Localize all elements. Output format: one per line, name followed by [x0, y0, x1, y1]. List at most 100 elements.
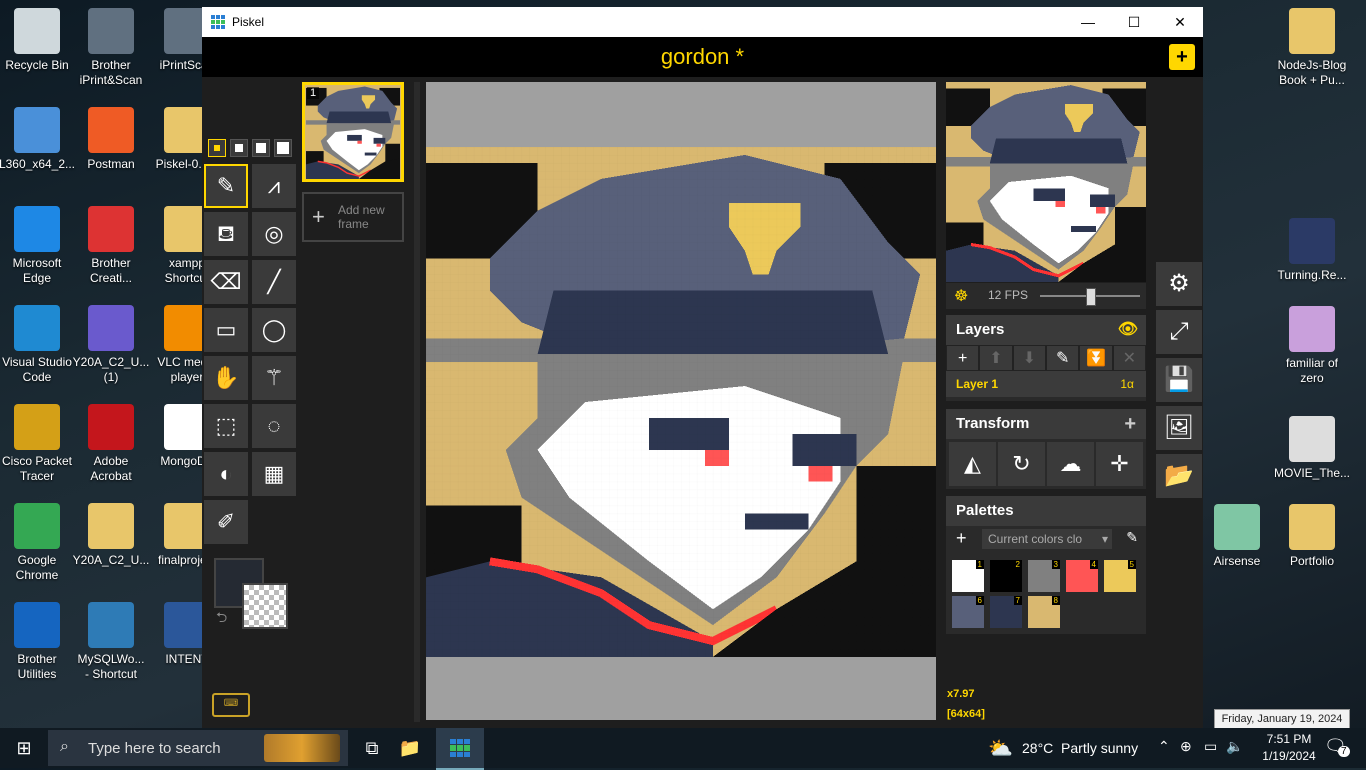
- left-desktop-icon[interactable]: Brother Creati...: [72, 206, 150, 286]
- layer-row[interactable]: Layer 1 1α: [946, 371, 1146, 397]
- palette-color-swatch[interactable]: 5: [1104, 560, 1136, 592]
- save-icon[interactable]: 💾: [1156, 358, 1202, 402]
- move-layer-up-icon[interactable]: ⬆: [980, 346, 1012, 370]
- palette-color-swatch[interactable]: 6: [952, 596, 984, 628]
- move-hand-icon[interactable]: ✋: [204, 356, 248, 400]
- language-icon[interactable]: ⊕: [1180, 738, 1192, 755]
- left-desktop-icon[interactable]: Cisco Packet Tracer: [0, 404, 76, 484]
- battery-icon[interactable]: ▭: [1204, 738, 1217, 755]
- add-frame-button[interactable]: + Add new frame: [302, 192, 404, 242]
- magic-wand-icon[interactable]: ⚚: [252, 356, 296, 400]
- toggle-layer-preview-icon[interactable]: 👁: [1118, 315, 1138, 345]
- left-desktop-icon[interactable]: Visual Studio Code: [0, 305, 76, 385]
- clock-date[interactable]: 1/19/2024: [1254, 749, 1324, 763]
- palette-color-swatch[interactable]: 3: [1028, 560, 1060, 592]
- drawing-canvas[interactable]: [426, 82, 936, 720]
- palette-select[interactable]: Current colors clo ▾: [982, 529, 1112, 549]
- frame-thumbnail[interactable]: 1: [302, 82, 404, 182]
- rotate-icon[interactable]: ↻: [998, 442, 1045, 486]
- stroke-tool-icon[interactable]: ╱: [252, 260, 296, 304]
- paint-bucket-icon[interactable]: ⛾: [204, 212, 248, 256]
- color-picker-icon[interactable]: ✐: [204, 500, 248, 544]
- onion-skin-icon[interactable]: ☸: [954, 286, 968, 306]
- settings-gear-icon[interactable]: ⚙: [1156, 262, 1202, 306]
- paint-same-color-icon[interactable]: ◎: [252, 212, 296, 256]
- left-desktop-icon[interactable]: Y20A_C2_U...: [72, 503, 150, 568]
- export-image-icon[interactable]: 🖼: [1156, 406, 1202, 450]
- pen-size-1[interactable]: [208, 139, 226, 157]
- palette-color-swatch[interactable]: 8: [1028, 596, 1060, 628]
- merge-layer-icon[interactable]: ⏬: [1080, 346, 1112, 370]
- right-desktop-icon[interactable]: Turning.Re...: [1273, 218, 1351, 283]
- add-layer-icon[interactable]: +: [947, 346, 979, 370]
- left-desktop-icon[interactable]: Adobe Acrobat: [72, 404, 150, 484]
- right-desktop-icon[interactable]: familiar of zero: [1273, 306, 1351, 386]
- folder-icon: [88, 503, 134, 549]
- palette-color-swatch[interactable]: 7: [990, 596, 1022, 628]
- left-desktop-icon[interactable]: Microsoft Edge: [0, 206, 76, 286]
- layer-opacity[interactable]: 1α: [1120, 377, 1134, 391]
- maximize-button[interactable]: ☐: [1111, 7, 1157, 37]
- clock-time[interactable]: 7:51 PM: [1254, 732, 1324, 746]
- search-box[interactable]: ⌕ Type here to search: [48, 730, 348, 766]
- window-titlebar[interactable]: Piskel — ☐ ✕: [202, 7, 1203, 37]
- rectangle-tool-icon[interactable]: ▭: [204, 308, 248, 352]
- fps-slider-handle[interactable]: [1086, 288, 1096, 306]
- left-desktop-icon[interactable]: Y20A_C2_U... (1): [72, 305, 150, 385]
- vertical-mirror-pen-icon[interactable]: ⩘: [252, 164, 296, 208]
- eraser-icon[interactable]: ⌫: [204, 260, 248, 304]
- more-transform-icon[interactable]: +: [1124, 409, 1136, 439]
- left-desktop-icon[interactable]: Recycle Bin: [0, 8, 76, 73]
- align-center-icon[interactable]: ✛: [1096, 442, 1143, 486]
- secondary-color-swatch[interactable]: [242, 583, 288, 629]
- minimize-button[interactable]: —: [1065, 7, 1111, 37]
- file-explorer-icon[interactable]: 📁: [386, 728, 434, 768]
- edit-layer-icon[interactable]: ✎: [1046, 346, 1079, 370]
- pen-tool-icon[interactable]: ✎: [204, 164, 248, 208]
- frames-scrollbar[interactable]: [414, 82, 420, 722]
- lasso-select-icon[interactable]: ◌: [252, 404, 296, 448]
- palette-color-swatch[interactable]: 4: [1066, 560, 1098, 592]
- desktop-icon-label: Brother Creati...: [89, 256, 132, 285]
- resize-icon[interactable]: ⤢: [1156, 310, 1202, 354]
- right-desktop-icon[interactable]: NodeJs-Blog Book + Pu...: [1273, 8, 1351, 88]
- left-desktop-icon[interactable]: Google Chrome: [0, 503, 76, 583]
- left-desktop-icon[interactable]: L360_x64_2...: [0, 107, 76, 172]
- left-desktop-icon[interactable]: Brother iPrint&Scan: [72, 8, 150, 88]
- clone-sheep-icon[interactable]: ☁: [1047, 442, 1094, 486]
- rectangle-select-icon[interactable]: ⬚: [204, 404, 248, 448]
- dithering-tool-icon[interactable]: ▦: [252, 452, 296, 496]
- document-title[interactable]: gordon *: [202, 44, 1203, 70]
- flip-icon[interactable]: ◭: [949, 442, 996, 486]
- palette-color-swatch[interactable]: 1: [952, 560, 984, 592]
- new-sprite-button[interactable]: +: [1169, 44, 1195, 70]
- add-palette-icon[interactable]: +: [956, 528, 967, 549]
- piskel-taskbar-icon[interactable]: [436, 728, 484, 770]
- keyboard-shortcuts-icon[interactable]: ⌨: [212, 693, 250, 717]
- edit-palette-icon[interactable]: ✎: [1126, 529, 1138, 546]
- circle-tool-icon[interactable]: ◯: [252, 308, 296, 352]
- pen-size-4[interactable]: [274, 139, 292, 157]
- chevron-up-icon[interactable]: ⌃: [1158, 738, 1170, 755]
- swap-colors-icon[interactable]: ⮌: [216, 607, 227, 631]
- lighten-tool-icon[interactable]: ◐: [204, 452, 248, 496]
- volume-icon[interactable]: 🔈: [1226, 738, 1243, 755]
- right-desktop-icon[interactable]: MOVIE_The...: [1273, 416, 1351, 481]
- desktop-icon-label: Airsense: [1213, 554, 1261, 568]
- close-button[interactable]: ✕: [1157, 7, 1203, 37]
- pen-size-2[interactable]: [230, 139, 248, 157]
- right-desktop-icon[interactable]: Airsense: [1198, 504, 1276, 569]
- left-desktop-icon[interactable]: Postman: [72, 107, 150, 172]
- weather-text[interactable]: 28°C Partly sunny: [1022, 740, 1138, 756]
- weather-icon[interactable]: ⛅: [988, 736, 1013, 761]
- right-desktop-icon[interactable]: Portfolio: [1273, 504, 1351, 569]
- palette-color-swatch[interactable]: 2: [990, 560, 1022, 592]
- left-desktop-icon[interactable]: MySQLWo... - Shortcut: [72, 602, 150, 682]
- delete-layer-icon[interactable]: ✕: [1113, 346, 1145, 370]
- pen-size-3[interactable]: [252, 139, 270, 157]
- move-layer-down-icon[interactable]: ⬇: [1013, 346, 1045, 370]
- windows-start-icon[interactable]: ⊞: [0, 728, 48, 768]
- left-desktop-icon[interactable]: Brother Utilities: [0, 602, 76, 682]
- open-folder-icon[interactable]: 📂: [1156, 454, 1202, 498]
- desktop-icon-label: Y20A_C2_U... (1): [72, 355, 150, 384]
